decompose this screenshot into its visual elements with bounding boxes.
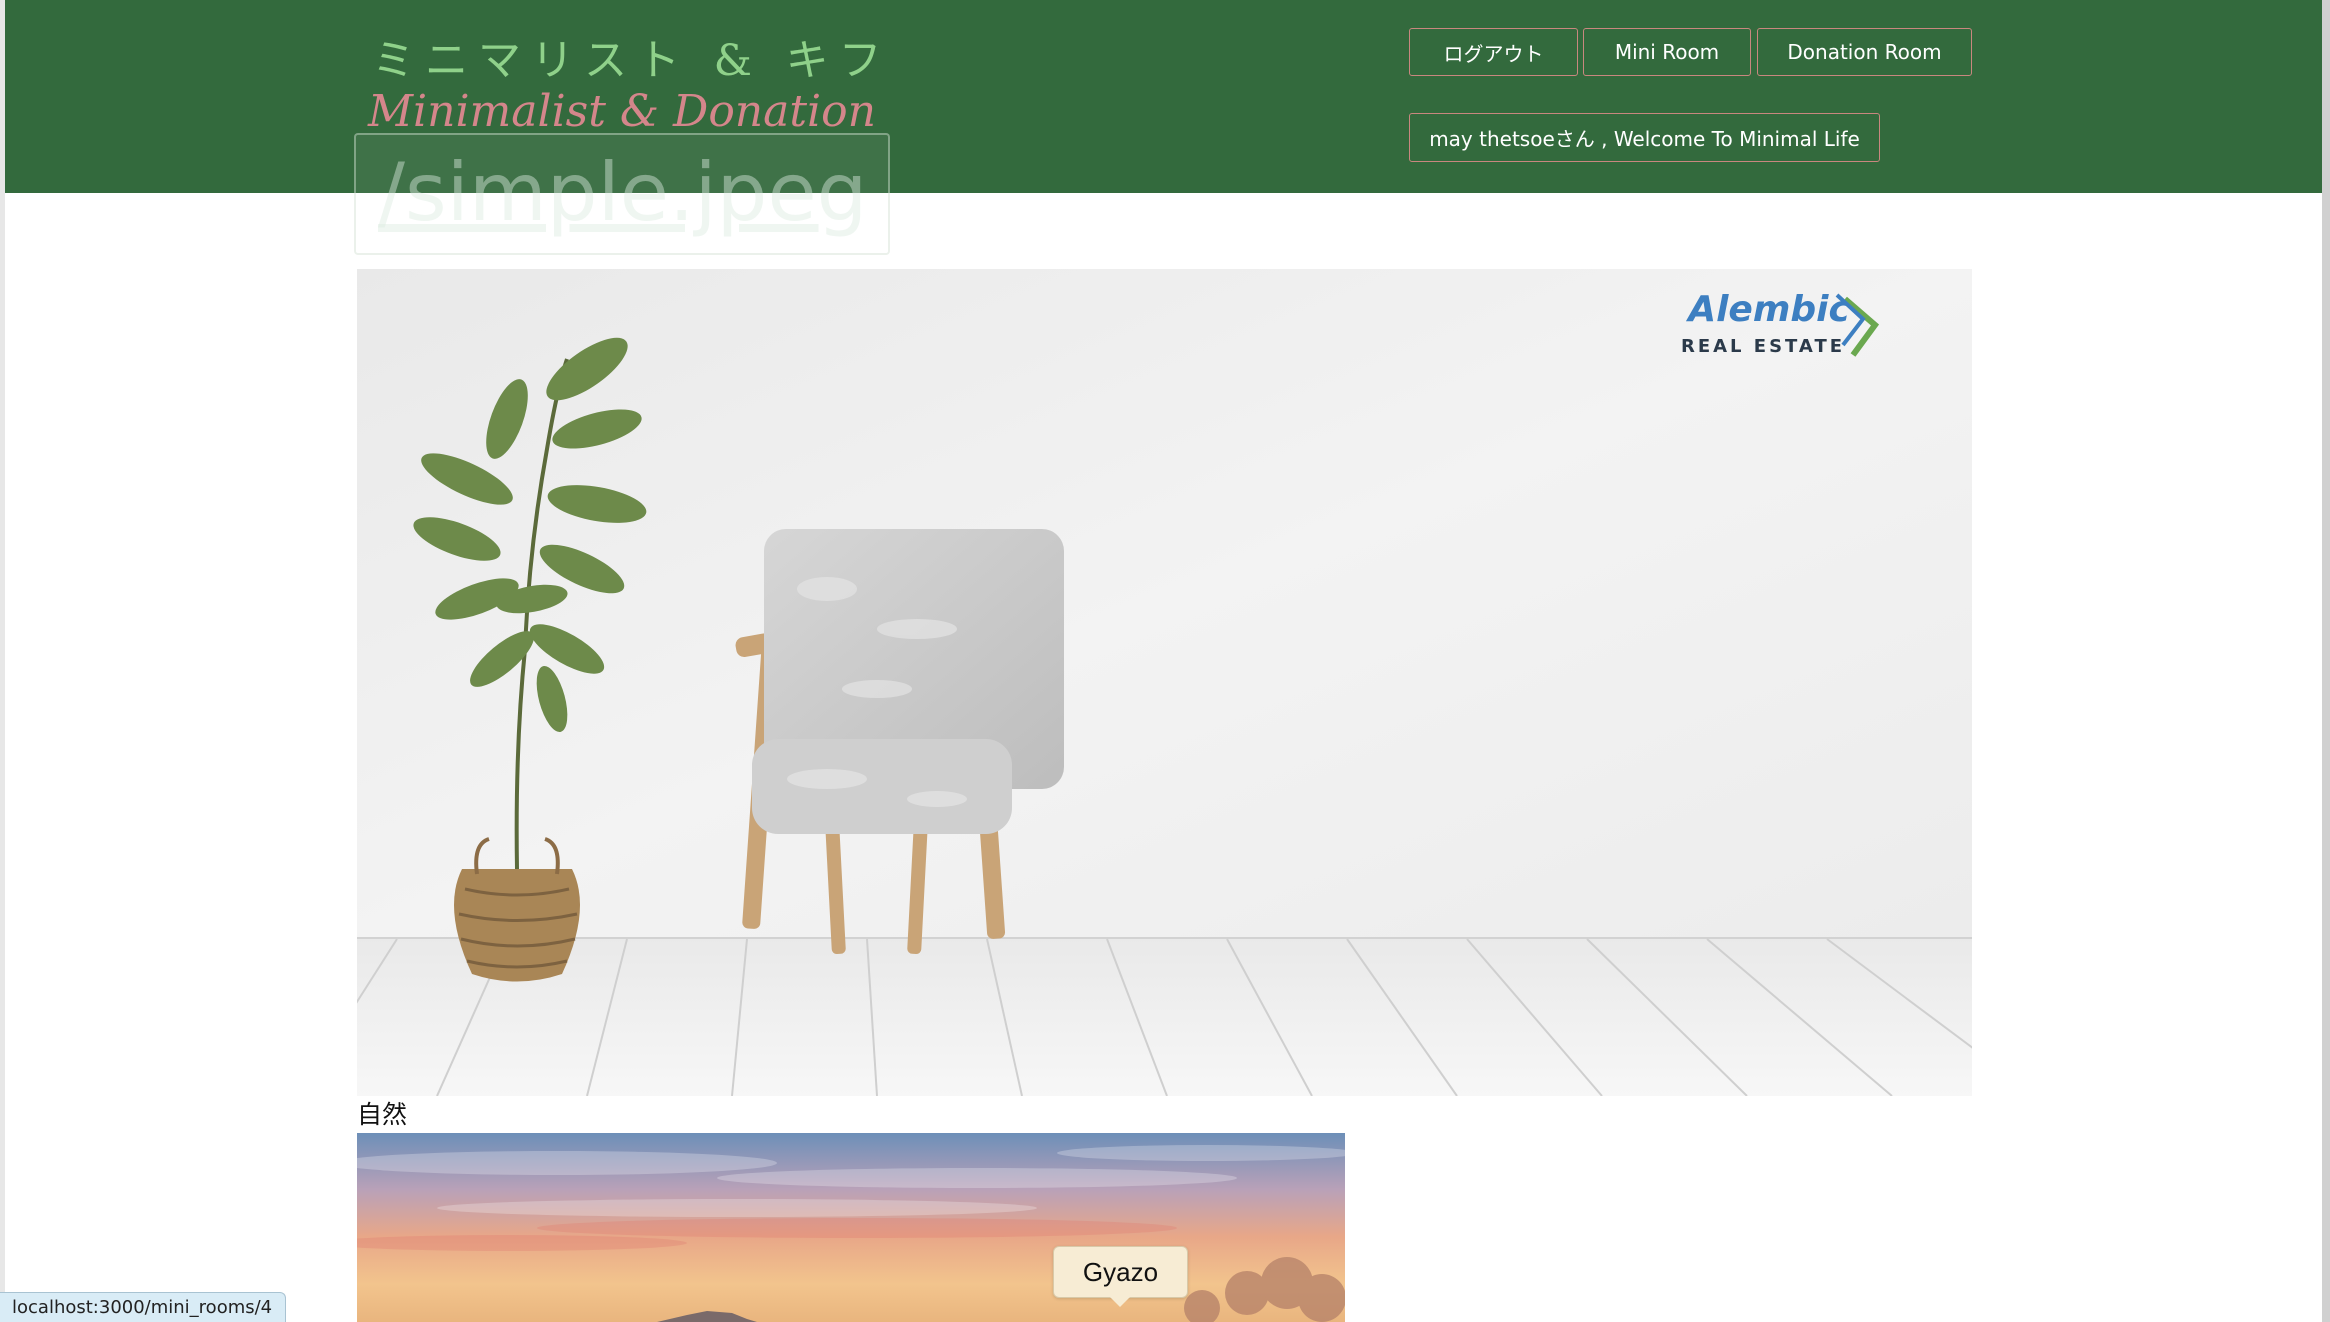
logo-japanese-text: ミニマリスト & キフ — [372, 36, 892, 86]
mini-room-button[interactable]: Mini Room — [1583, 28, 1751, 76]
window-right-scrollbar[interactable] — [2322, 0, 2330, 1322]
logo-english-text: Minimalist & Donation — [368, 86, 876, 137]
alembic-brand-text: Alembic — [1685, 289, 1850, 330]
hero-room-image: Alembic REAL ESTATE — [357, 269, 1972, 1096]
site-logo[interactable]: ミニマリスト & キフ Minimalist & Donation — [368, 35, 892, 137]
nature-caption: 自然 — [357, 1100, 408, 1129]
hero-room-illustration: Alembic REAL ESTATE — [357, 269, 1972, 1096]
donation-room-button[interactable]: Donation Room — [1757, 28, 1972, 76]
alembic-sub-text: REAL ESTATE — [1681, 336, 1845, 357]
browser-status-bar-url: localhost:3000/mini_rooms/4 — [0, 1292, 286, 1322]
window-left-edge — [0, 0, 5, 1322]
broken-image-alt-text: /simple.jpeg — [378, 146, 868, 239]
gyazo-tooltip: Gyazo — [1053, 1246, 1188, 1298]
nature-sunset-illustration — [357, 1133, 1345, 1322]
welcome-user-button[interactable]: may thetsoeさん , Welcome To Minimal Life — [1409, 113, 1880, 162]
logout-button[interactable]: ログアウト — [1409, 28, 1578, 76]
broken-logo-image: /simple.jpeg — [354, 133, 890, 255]
nature-image — [357, 1133, 1345, 1322]
gyazo-tooltip-pointer — [1110, 1297, 1130, 1307]
site-header — [5, 0, 2322, 193]
